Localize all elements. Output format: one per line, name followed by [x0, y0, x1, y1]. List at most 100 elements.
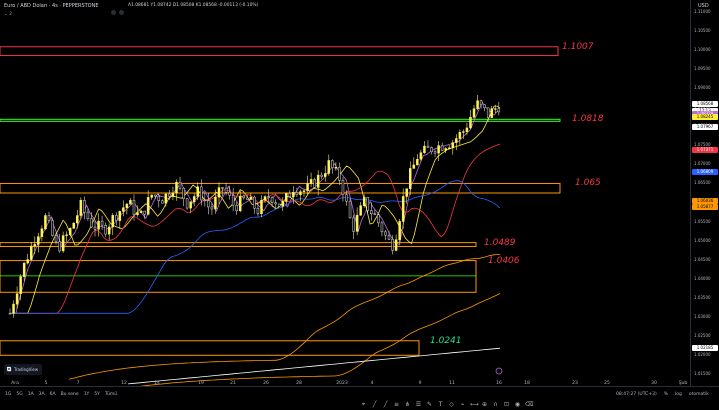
- zoom-icon[interactable]: ⊕: [481, 401, 488, 408]
- trendline-icon[interactable]: ╱: [371, 401, 378, 408]
- price-tick: 1.03500: [694, 295, 711, 300]
- candle-body: [370, 210, 373, 215]
- clock-controls: 08:47:27 (UTC+3)% log otomatik: [616, 392, 716, 397]
- candle-body: [132, 200, 136, 216]
- indicator-collapse-toggle[interactable]: ⌄ 2: [4, 12, 12, 17]
- measure-icon[interactable]: ⟷: [470, 401, 479, 408]
- clock-time[interactable]: 08:47:27 (UTC+3): [616, 392, 657, 397]
- price-tick: 1.05000: [694, 237, 711, 243]
- percent-toggle[interactable]: %: [664, 392, 668, 397]
- timeframe-7[interactable]: 5Y: [94, 392, 100, 397]
- timeframe-1[interactable]: 5G: [16, 392, 22, 397]
- cursor-icon[interactable]: ⌖: [360, 401, 367, 408]
- timeframe-6[interactable]: 1Y: [84, 392, 90, 397]
- candle-body: [270, 197, 274, 203]
- candle-body: [118, 211, 122, 221]
- currency-label[interactable]: USD: [698, 3, 709, 9]
- candle-body: [306, 183, 309, 192]
- candle-body: [139, 210, 143, 213]
- candle-body: [178, 181, 182, 189]
- candle-body: [83, 200, 86, 213]
- lock-icon[interactable]: ⊡: [503, 401, 510, 408]
- fib-icon[interactable]: ☰: [415, 401, 422, 408]
- timeframe-5[interactable]: Bu sene: [61, 392, 79, 397]
- candle-body: [416, 159, 419, 166]
- price-tick: 1.01500: [694, 371, 711, 377]
- timeframe-8[interactable]: Tümü: [105, 392, 117, 397]
- text-icon[interactable]: T: [437, 401, 444, 408]
- candle-body: [40, 228, 44, 237]
- level-label-0: 1.1007: [562, 41, 594, 52]
- zone-5[interactable]: [0, 340, 420, 356]
- pattern-icon[interactable]: ⌁: [459, 401, 466, 408]
- candle-body: [320, 174, 323, 177]
- candle-body: [341, 180, 345, 195]
- auto-toggle[interactable]: otomatik: [689, 392, 709, 397]
- candle-body: [146, 197, 150, 215]
- ma-line-6: [128, 347, 501, 385]
- flag-icon[interactable]: [119, 10, 124, 15]
- candle-body: [97, 220, 100, 230]
- timeframe-0[interactable]: 1G: [5, 392, 11, 397]
- candle-body: [412, 164, 416, 169]
- candle-body: [476, 100, 479, 109]
- candle-body: [129, 200, 132, 205]
- candle-body: [426, 145, 430, 148]
- channel-icon[interactable]: ≡: [393, 401, 400, 408]
- candle-body: [242, 195, 246, 199]
- candle-body: [338, 167, 341, 181]
- candle-body: [161, 200, 164, 204]
- zone-0[interactable]: [0, 46, 559, 57]
- candle-body: [111, 215, 114, 228]
- candle-body: [352, 217, 355, 232]
- ray-icon[interactable]: ╱: [382, 401, 389, 408]
- candle-body: [263, 196, 267, 201]
- candle-body: [19, 276, 22, 294]
- candle-body: [447, 147, 451, 149]
- candle-body: [175, 181, 178, 194]
- candle-body: [249, 196, 253, 200]
- timeframe-4[interactable]: 6A: [50, 392, 56, 397]
- pen-icon[interactable]: ✎: [426, 401, 433, 408]
- timeframe-2[interactable]: 1A: [28, 392, 34, 397]
- zone-3[interactable]: [0, 242, 477, 247]
- candle-body: [143, 210, 146, 215]
- header-dots: [108, 2, 124, 21]
- log-toggle[interactable]: log: [675, 392, 682, 397]
- candle-body: [256, 207, 260, 215]
- shape-icon[interactable]: ◇: [448, 401, 455, 408]
- candle-body: [200, 186, 203, 201]
- candle-body: [302, 190, 306, 192]
- price-chart[interactable]: Ara 5 7 12 14 19 21 26 28 2023 4 9 11 16 18 23 25 30 Şub: [0, 0, 690, 386]
- zone-4[interactable]: [0, 260, 477, 293]
- price-axis[interactable]: 1.11000 1.10500 1.10000 1.09500 1.09000 1.085…: [690, 0, 719, 386]
- timeframe-3[interactable]: 3A: [39, 392, 45, 397]
- candle-body: [153, 194, 157, 197]
- trash-icon[interactable]: ⌫: [525, 401, 533, 408]
- price-badge: 1.08245: [692, 113, 718, 120]
- price-tick: 1.02000: [694, 352, 711, 358]
- zone-1[interactable]: [0, 118, 561, 122]
- candle-body: [497, 108, 501, 113]
- candle-body: [486, 107, 490, 118]
- price-tick: 1.10000: [694, 46, 711, 52]
- candle-body: [107, 226, 111, 235]
- candle-body: [274, 202, 277, 205]
- time-marker-icon[interactable]: [495, 367, 503, 375]
- zone-2[interactable]: [0, 182, 561, 194]
- candle-body: [86, 211, 90, 219]
- candle-body: [93, 226, 97, 230]
- magnet-icon[interactable]: ∩: [492, 401, 499, 408]
- eye-icon[interactable]: ◉: [514, 401, 521, 408]
- candle-body: [37, 236, 40, 245]
- pitchfork-icon[interactable]: ⋔: [404, 401, 411, 408]
- price-badge: 1.08568: [692, 101, 718, 108]
- drawing-toolbar: ⌖ ╱ ╱ ≡ ⋔ ☰ ✎ T ◇ ⌁ ⟷ ⊕ ∩ ⊡ ◉ ⌫: [360, 391, 536, 408]
- symbol-title[interactable]: Euro / ABD Doları · 4s · PEPPERSTONE: [4, 3, 99, 9]
- price-tick: 1.02500: [694, 333, 711, 339]
- tradingview-logo[interactable]: ⧉ TradingView: [4, 364, 42, 375]
- candle-body: [483, 104, 486, 109]
- candle-body: [359, 205, 362, 216]
- candle-body: [15, 293, 19, 305]
- candle-body: [47, 215, 51, 221]
